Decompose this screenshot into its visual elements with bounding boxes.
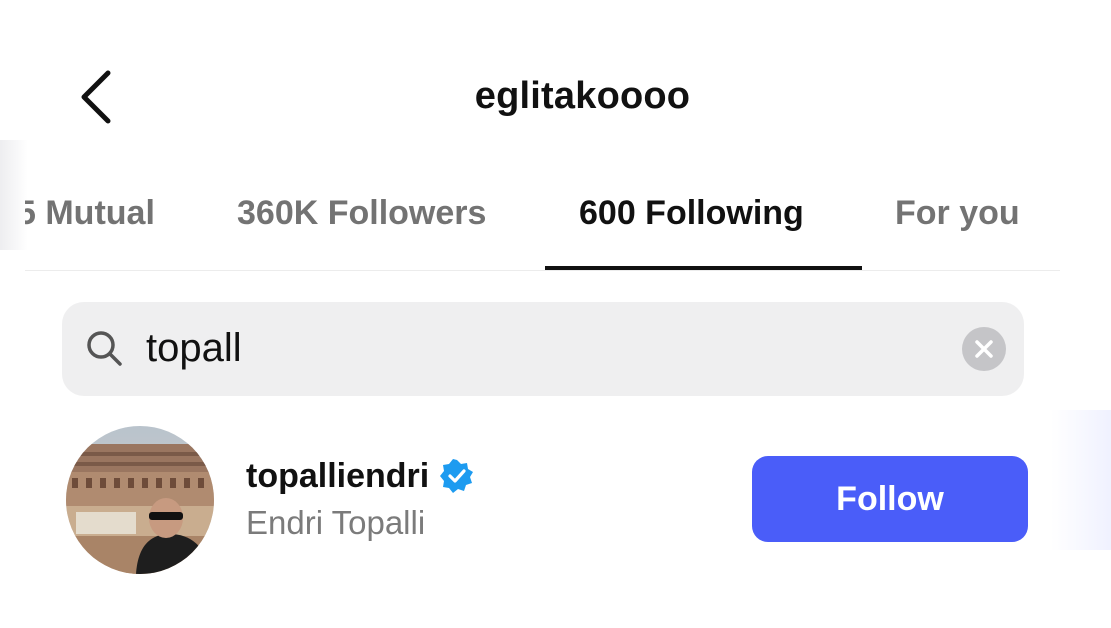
- page-title: eglitakoooo: [474, 75, 691, 117]
- full-name: Endri Topalli: [246, 504, 426, 541]
- username: topalliendri: [246, 456, 430, 495]
- avatar[interactable]: [66, 426, 214, 574]
- tab-for-you[interactable]: For you: [895, 194, 1020, 233]
- clear-icon: [975, 340, 993, 358]
- active-tab-indicator: [545, 266, 862, 270]
- search-input[interactable]: [146, 316, 926, 380]
- tab-mutual[interactable]: 5 Mutual: [25, 194, 155, 233]
- verified-badge-icon: [440, 459, 474, 493]
- blur-edge-left: [0, 140, 28, 250]
- search-bar: [62, 302, 1024, 396]
- tab-bar: 5 Mutual 360K Followers 600 Following Fo…: [25, 170, 1060, 271]
- follow-button[interactable]: Follow: [752, 456, 1028, 542]
- header: eglitakoooo: [0, 55, 1111, 145]
- blur-edge-right: [1051, 410, 1111, 550]
- username-row[interactable]: topalliendri: [246, 454, 475, 498]
- tab-followers[interactable]: 360K Followers: [237, 194, 486, 233]
- search-icon: [87, 331, 122, 366]
- following-screen: eglitakoooo 5 Mutual 360K Followers 600 …: [0, 0, 1111, 628]
- clear-search-button[interactable]: [962, 327, 1006, 371]
- avatar-photo: [66, 426, 214, 574]
- tab-following[interactable]: 600 Following: [579, 194, 804, 233]
- list-item[interactable]: topalliendri Endri Topalli Follow: [62, 420, 1037, 580]
